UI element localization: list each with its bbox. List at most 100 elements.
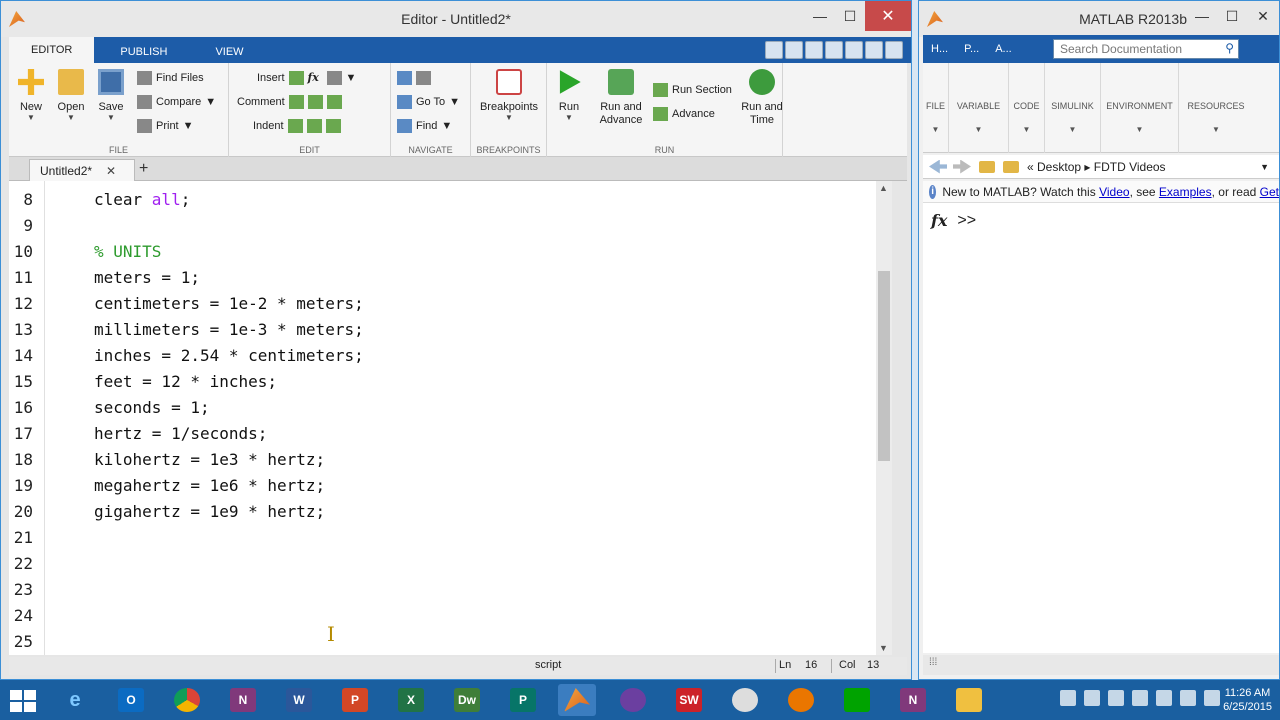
comment-button[interactable]: Comment (237, 95, 342, 109)
code-line[interactable]: 8 clear all; (9, 187, 876, 213)
tab-home[interactable]: H... (923, 43, 956, 55)
tab-publish[interactable]: PUBLISH (98, 41, 189, 63)
getting-started-link[interactable]: Get (1260, 185, 1279, 199)
code-line[interactable]: 16 seconds = 1; (9, 395, 876, 421)
taskbar-inkscape-icon[interactable] (726, 684, 764, 716)
insert-section-icon[interactable] (326, 71, 342, 85)
minimize-button[interactable]: — (805, 1, 835, 31)
matlab-titlebar[interactable]: MATLAB R2013b — ☐ ✕ (919, 1, 1279, 37)
scroll-down-icon[interactable]: ▼ (879, 643, 888, 653)
ribbon-group-code[interactable]: CODE ▼ (1009, 63, 1045, 153)
code-line[interactable]: 9 (9, 213, 876, 239)
volume-icon[interactable] (1156, 690, 1172, 706)
wrap-comment-icon[interactable] (326, 95, 342, 109)
up-folder-icon[interactable] (979, 160, 995, 173)
code-line[interactable]: 12 centimeters = 1e-2 * meters; (9, 291, 876, 317)
qat-cut-icon[interactable] (785, 41, 803, 59)
taskbar-chrome-icon[interactable] (168, 684, 206, 716)
tab-view[interactable]: VIEW (193, 41, 265, 63)
close-button[interactable]: ✕ (1247, 1, 1279, 31)
taskbar-word-icon[interactable]: W (280, 684, 318, 716)
find-button[interactable]: Find ▼ (397, 119, 452, 133)
print-button[interactable]: Print ▼ (137, 119, 194, 133)
ribbon-group-resources[interactable]: RESOURCES ▼ (1179, 63, 1253, 153)
editor-scrollbar[interactable]: ▲ ▼ (876, 181, 892, 655)
function-browser-icon[interactable]: fx (931, 211, 947, 230)
qat-redo-icon[interactable] (865, 41, 883, 59)
tab-editor[interactable]: EDITOR (9, 37, 95, 63)
taskbar-powerpoint-icon[interactable]: P (336, 684, 374, 716)
scroll-up-icon[interactable]: ▲ (879, 183, 888, 193)
save-button[interactable]: Save ▼ (89, 69, 133, 122)
back-forward-buttons[interactable] (397, 71, 431, 85)
code-line[interactable]: 19 megahertz = 1e6 * hertz; (9, 473, 876, 499)
dropbox-icon[interactable] (1204, 690, 1220, 706)
maximize-button[interactable]: ☐ (1217, 1, 1247, 31)
forward-arrow-icon[interactable] (953, 160, 971, 174)
compare-button[interactable]: Compare ▼ (137, 95, 216, 109)
new-tab-icon[interactable]: + (139, 160, 148, 178)
system-clock[interactable]: 11:26 AM 6/25/2015 (1223, 686, 1272, 714)
taskbar-matlab-icon[interactable] (558, 684, 596, 716)
tab-untitled2[interactable]: Untitled2* ✕ (29, 159, 135, 181)
insert-button[interactable]: Insert fx ▼ (257, 71, 356, 85)
taskbar-onenote2-icon[interactable]: N (894, 684, 932, 716)
keyboard-icon[interactable] (1060, 690, 1076, 706)
fx-icon[interactable]: fx (308, 71, 323, 85)
forward-arrow-icon[interactable] (416, 71, 431, 85)
windows-icon[interactable] (1084, 690, 1100, 706)
flag-icon[interactable] (1108, 690, 1124, 706)
qat-save-icon[interactable] (765, 41, 783, 59)
indent-button[interactable]: Indent (253, 119, 341, 133)
close-tab-icon[interactable]: ✕ (106, 164, 116, 178)
code-line[interactable]: 18 kilohertz = 1e3 * hertz; (9, 447, 876, 473)
code-line[interactable]: 14 inches = 2.54 * centimeters; (9, 343, 876, 369)
run-section-button[interactable]: Run Section (653, 83, 732, 97)
minimize-button[interactable]: — (1187, 1, 1217, 31)
code-line[interactable]: 25 (9, 629, 876, 655)
scrollbar-thumb[interactable] (878, 271, 890, 461)
run-and-advance-button[interactable]: Run and Advance (593, 69, 649, 127)
tab-apps[interactable]: A... (987, 43, 1020, 55)
taskbar-store-icon[interactable] (838, 684, 876, 716)
taskbar-excel-icon[interactable]: X (392, 684, 430, 716)
browse-folder-icon[interactable] (1003, 160, 1019, 173)
advance-button[interactable]: Advance (653, 107, 715, 121)
code-line[interactable]: 11 meters = 1; (9, 265, 876, 291)
taskbar-solidworks-icon[interactable]: SW (670, 684, 708, 716)
code-editor[interactable]: 8 clear all; 9 10 % UNITS 11 meters = 1; 12 cent… (9, 181, 876, 655)
new-button[interactable]: New ▼ (9, 69, 53, 122)
breadcrumb[interactable]: « Desktop ▸ FDTD Videos (1027, 160, 1166, 174)
decrease-indent-icon[interactable] (325, 119, 341, 133)
qat-copy-icon[interactable] (805, 41, 823, 59)
taskbar-dreamweaver-icon[interactable]: Dw (448, 684, 486, 716)
ribbon-group-variable[interactable]: VARIABLE ▼ (949, 63, 1009, 153)
code-line[interactable]: 13 millimeters = 1e-3 * meters; (9, 317, 876, 343)
taskbar-onenote-icon[interactable]: N (224, 684, 262, 716)
taskbar-antenna-icon[interactable] (614, 684, 652, 716)
breakpoints-button[interactable]: Breakpoints ▼ (475, 69, 543, 122)
open-button[interactable]: Open ▼ (49, 69, 93, 122)
qat-help-icon[interactable] (885, 41, 903, 59)
qat-paste-icon[interactable] (825, 41, 843, 59)
ribbon-group-simulink[interactable]: SIMULINK ▼ (1045, 63, 1101, 153)
examples-link[interactable]: Examples (1159, 185, 1212, 199)
uncomment-icon[interactable] (307, 95, 323, 109)
taskbar-outlook-icon[interactable]: O (112, 684, 150, 716)
run-button[interactable]: Run ▼ (547, 69, 591, 122)
tab-plots[interactable]: P... (956, 43, 987, 55)
code-line[interactable]: 15 feet = 12 * inches; (9, 369, 876, 395)
increase-indent-icon[interactable] (306, 119, 322, 133)
search-documentation-input[interactable]: Search Documentation ⚲ (1053, 39, 1239, 59)
back-arrow-icon[interactable] (929, 159, 947, 174)
taskbar-publisher-icon[interactable]: P (504, 684, 542, 716)
battery-icon[interactable] (1180, 690, 1196, 706)
code-line[interactable]: 24 (9, 603, 876, 629)
back-arrow-icon[interactable] (397, 71, 412, 85)
find-files-button[interactable]: Find Files (137, 71, 204, 85)
code-line[interactable]: 17 hertz = 1/seconds; (9, 421, 876, 447)
close-button[interactable]: ✕ (865, 1, 911, 31)
ribbon-group-environment[interactable]: ENVIRONMENT ▼ (1101, 63, 1179, 153)
editor-titlebar[interactable]: Editor - Untitled2* — ☐ ✕ (1, 1, 911, 37)
search-icon[interactable]: ⚲ (1225, 41, 1234, 55)
